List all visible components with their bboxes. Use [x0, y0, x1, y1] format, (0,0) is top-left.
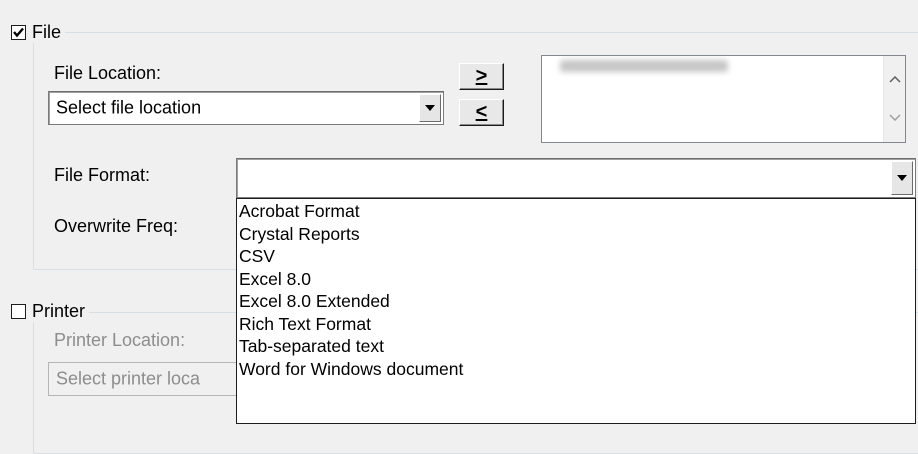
file-location-value: Select file location: [56, 97, 202, 118]
file-format-options[interactable]: Acrobat Format Crystal Reports CSV Excel…: [236, 198, 916, 424]
selected-locations-list[interactable]: [541, 55, 906, 143]
file-group-header: File: [11, 21, 66, 43]
format-option[interactable]: Word for Windows document: [239, 358, 915, 381]
remove-location-button-label: <: [475, 101, 488, 123]
check-icon: [13, 27, 24, 37]
file-format-select[interactable]: [236, 158, 916, 198]
format-option[interactable]: Rich Text Format: [239, 313, 915, 336]
format-option[interactable]: Excel 8.0 Extended: [239, 290, 915, 313]
file-location-dropdown-button[interactable]: [419, 94, 441, 122]
file-checkbox-label: File: [32, 21, 62, 42]
printer-checkbox[interactable]: [11, 303, 26, 319]
printer-location-label: Printer Location:: [54, 330, 186, 350]
file-checkbox[interactable]: [11, 24, 26, 40]
format-option[interactable]: CSV: [239, 245, 915, 268]
chevron-down-icon: [888, 113, 901, 121]
file-location-select[interactable]: Select file location: [48, 91, 444, 125]
chevron-up-icon: [888, 75, 901, 83]
printer-checkbox-label: Printer: [32, 300, 86, 321]
printer-location-value: Select printer loca: [56, 368, 201, 389]
overwrite-freq-label: Overwrite Freq:: [54, 216, 179, 236]
redacted-list-item: [560, 60, 728, 72]
file-format-dropdown-button[interactable]: [891, 161, 913, 195]
scroll-down-button[interactable]: [884, 106, 905, 128]
printer-group-header: Printer: [11, 300, 90, 322]
scroll-up-button[interactable]: [884, 68, 905, 90]
format-option[interactable]: Tab-separated text: [239, 335, 915, 358]
add-location-button[interactable]: >: [459, 63, 504, 90]
format-option[interactable]: Crystal Reports: [239, 223, 915, 246]
format-option[interactable]: Acrobat Format: [239, 200, 915, 223]
chevron-down-icon: [425, 105, 435, 111]
add-location-button-label: >: [475, 65, 488, 87]
file-location-label: File Location:: [54, 63, 162, 83]
file-format-label: File Format:: [54, 165, 151, 185]
printer-location-select[interactable]: Select printer loca: [48, 362, 248, 396]
list-scrollbar[interactable]: [883, 56, 905, 142]
format-option[interactable]: Excel 8.0: [239, 268, 915, 291]
chevron-down-icon: [897, 175, 907, 181]
remove-location-button[interactable]: <: [459, 99, 504, 126]
